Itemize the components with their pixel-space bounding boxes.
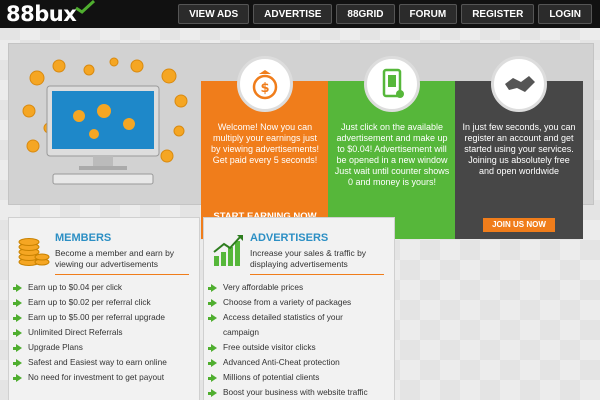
advertisers-title: ADVERTISERS — [250, 232, 329, 244]
advertisers-panel: ADVERTISERS Increase your sales & traffi… — [203, 217, 395, 400]
divider — [250, 274, 384, 275]
advertisers-feature-list: Very affordable prices Choose from a var… — [208, 280, 394, 400]
arrow-right-icon — [208, 344, 217, 352]
list-item: Millions of potential clients — [208, 370, 394, 385]
members-feature-list: Earn up to $0.04 per click Earn up to $0… — [13, 280, 199, 385]
main-nav: VIEW ADS ADVERTISE 88GRID FORUM REGISTER… — [178, 4, 592, 24]
checkmark-icon — [75, 0, 96, 14]
arrow-right-icon — [208, 299, 217, 307]
nav-register[interactable]: REGISTER — [461, 4, 535, 24]
members-subtitle: Become a member and earn by viewing our … — [55, 248, 175, 269]
list-item: Earn up to $5.00 per referral upgrade — [13, 310, 199, 325]
phone-tap-icon — [364, 56, 420, 112]
svg-text:$: $ — [260, 81, 269, 96]
card-join: In just few seconds, you can register an… — [455, 56, 583, 239]
card-text: In just few seconds, you can register an… — [462, 122, 576, 176]
arrow-right-icon — [13, 359, 22, 367]
list-item: Very affordable prices — [208, 280, 394, 295]
list-item: Advanced Anti-Cheat protection — [208, 355, 394, 370]
list-item: Earn up to $0.02 per referral click — [13, 295, 199, 310]
nav-login[interactable]: LOGIN — [538, 4, 592, 24]
card-text: Just click on the available advertisemen… — [334, 122, 450, 187]
arrow-right-icon — [208, 314, 217, 322]
list-item: Earn up to $0.04 per click — [13, 280, 199, 295]
join-us-button[interactable]: JOIN US NOW — [483, 218, 555, 232]
coin-stack-icon — [18, 238, 50, 266]
divider — [55, 274, 189, 275]
arrow-right-icon — [208, 284, 217, 292]
list-item: Boost your business with website traffic — [208, 385, 394, 400]
arrow-right-icon — [13, 314, 22, 322]
list-item-continued: campaign — [223, 327, 259, 337]
arrow-right-icon — [13, 284, 22, 292]
list-item: Upgrade Plans — [13, 340, 199, 355]
list-item: Unlimited Direct Referrals — [13, 325, 199, 340]
card-text: Welcome! Now you can multiply your earni… — [210, 122, 320, 165]
list-item: Free outside visitor clicks — [208, 340, 394, 355]
list-item: Access detailed statistics of your — [208, 310, 394, 325]
arrow-right-icon — [13, 299, 22, 307]
arrow-right-icon — [208, 389, 217, 397]
top-header: 88bux VIEW ADS ADVERTISE 88GRID FORUM RE… — [0, 0, 600, 28]
list-item: No need for investment to get payout — [13, 370, 199, 385]
nav-view-ads[interactable]: VIEW ADS — [178, 4, 250, 24]
money-bag-icon: $ — [237, 56, 293, 112]
monitor-coins-illustration — [22, 57, 188, 185]
nav-88grid[interactable]: 88GRID — [336, 4, 395, 24]
members-panel: MEMBERS Become a member and earn by view… — [8, 217, 200, 400]
nav-forum[interactable]: FORUM — [398, 4, 458, 24]
nav-advertise[interactable]: ADVERTISE — [253, 4, 333, 24]
list-item: Choose from a variety of packages — [208, 295, 394, 310]
card-start-earning: $ Welcome! Now you can multiply your ear… — [201, 56, 329, 239]
hero-banner: $ Welcome! Now you can multiply your ear… — [8, 43, 594, 239]
growth-chart-icon — [213, 235, 243, 266]
list-item: Safest and Easiest way to earn online — [13, 355, 199, 370]
arrow-right-icon — [13, 329, 22, 337]
arrow-right-icon — [13, 344, 22, 352]
arrow-right-icon — [208, 359, 217, 367]
handshake-icon — [491, 56, 547, 112]
site-logo[interactable]: 88bux — [6, 2, 77, 26]
arrow-right-icon — [208, 374, 217, 382]
arrow-right-icon — [13, 374, 22, 382]
members-title: MEMBERS — [55, 232, 112, 244]
advertisers-subtitle: Increase your sales & traffic by display… — [250, 248, 367, 269]
card-click-ads: Just click on the available advertisemen… — [328, 56, 456, 239]
